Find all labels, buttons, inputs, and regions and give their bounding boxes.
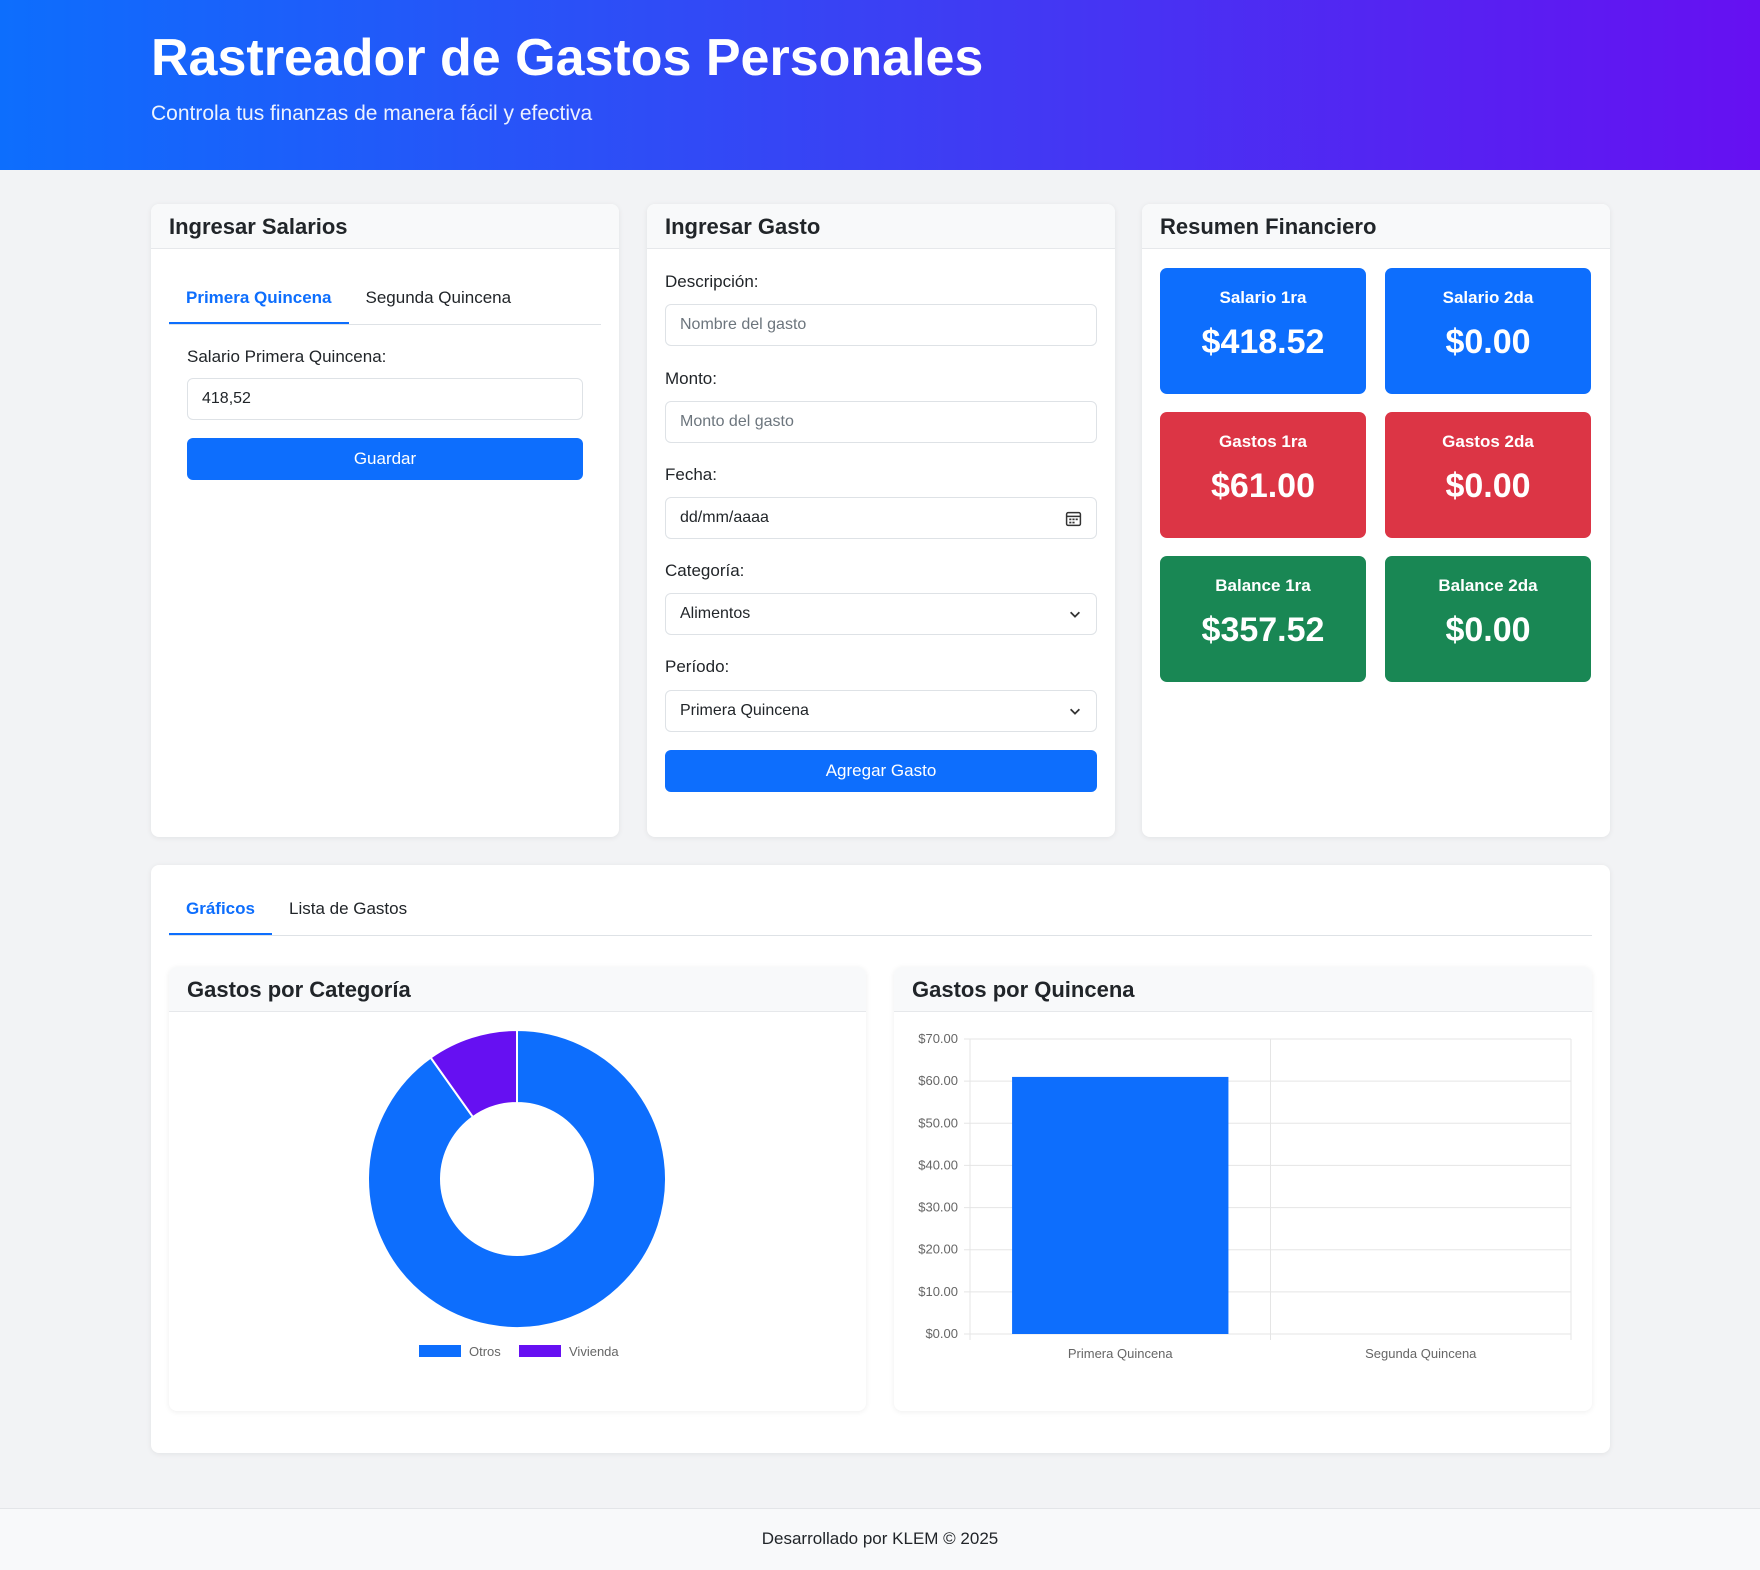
category-chart-card: Gastos por Categoría Otros Vivienda [169, 967, 866, 1411]
x-tick-label: Primera Quincena [1068, 1346, 1174, 1361]
charts-section: Gráficos Lista de Gastos Gastos por Cate… [151, 865, 1610, 1453]
legend-swatch-otros [419, 1345, 461, 1357]
y-tick-label: $10.00 [918, 1284, 958, 1299]
legend-label-vivienda: Vivienda [569, 1344, 619, 1359]
y-tick-label: $60.00 [918, 1073, 958, 1088]
y-tick-label: $40.00 [918, 1157, 958, 1172]
stat-label: Balance 2da [1438, 576, 1538, 595]
description-input[interactable]: Nombre del gasto [665, 304, 1097, 346]
summary-stat-card: Gastos 1ra $61.00 [1160, 412, 1366, 538]
stat-value: $61.00 [1211, 467, 1315, 505]
category-select-value: Alimentos [680, 605, 751, 622]
category-chart-title: Gastos por Categoría [169, 967, 866, 1012]
salaries-card-title: Ingresar Salarios [151, 204, 619, 249]
salaries-card: Ingresar Salarios Primera Quincena Segun… [151, 204, 619, 837]
page-header: Rastreador de Gastos Personales Controla… [0, 0, 1760, 170]
salary-field-label: Salario Primera Quincena: [187, 347, 387, 366]
summary-stat-card: Salario 2da $0.00 [1385, 268, 1591, 394]
stat-value: $0.00 [1445, 323, 1531, 361]
bar-primera-quincena [1012, 1076, 1229, 1334]
summary-stat-card: Balance 2da $0.00 [1385, 556, 1591, 682]
date-input[interactable]: dd/mm/aaaa [665, 497, 1097, 539]
summary-stat-card: Balance 1ra $357.52 [1160, 556, 1366, 682]
date-label: Fecha: [665, 465, 717, 484]
period-select-value: Primera Quincena [680, 702, 809, 719]
salary-input[interactable]: 418,52 [187, 378, 583, 420]
period-chart-title: Gastos por Quincena [894, 967, 1592, 1012]
y-tick-label: $50.00 [918, 1115, 958, 1130]
bottom-tabs: Gráficos Lista de Gastos [169, 883, 1592, 936]
stat-value: $357.52 [1201, 611, 1325, 649]
chevron-down-icon [1068, 594, 1082, 634]
period-bar-chart: $0.00 $10.00 $20.00 $30.00 $40.00 $50.00 $60.0… [918, 1031, 1572, 1361]
salary-tabs: Primera Quincena Segunda Quincena [169, 272, 601, 325]
footer-text: Desarrollado por KLEM © 2025 [761, 1529, 999, 1548]
page-subtitle: Controla tus finanzas de manera fácil y … [151, 102, 593, 125]
date-placeholder: dd/mm/aaaa [680, 509, 769, 526]
amount-input[interactable]: Monto del gasto [665, 401, 1097, 443]
tab-graficos[interactable]: Gráficos [169, 883, 272, 935]
tab-segunda-quincena[interactable]: Segunda Quincena [349, 272, 529, 324]
summary-card: Resumen Financiero Salario 1ra $418.52 Sal… [1142, 204, 1610, 837]
stat-value: $0.00 [1445, 467, 1531, 505]
period-label: Período: [665, 657, 730, 676]
summary-stat-card: Salario 1ra $418.52 [1160, 268, 1366, 394]
legend-swatch-vivienda [519, 1345, 561, 1357]
tab-lista-de-gastos[interactable]: Lista de Gastos [272, 883, 424, 935]
y-tick-label: $30.00 [918, 1200, 958, 1215]
tab-primera-quincena[interactable]: Primera Quincena [169, 272, 349, 324]
expense-card: Ingresar Gasto Descripción: Nombre del g… [647, 204, 1115, 837]
stat-label: Gastos 1ra [1219, 432, 1307, 451]
stat-value: $418.52 [1201, 323, 1325, 361]
stat-label: Salario 2da [1442, 288, 1534, 307]
stat-label: Balance 1ra [1215, 576, 1311, 595]
chevron-down-icon [1068, 691, 1082, 731]
category-select[interactable]: Alimentos [665, 593, 1097, 635]
y-tick-label: $0.00 [925, 1326, 958, 1341]
summary-stat-card: Gastos 2da $0.00 [1385, 412, 1591, 538]
amount-label: Monto: [665, 369, 717, 388]
page-footer: Desarrollado por KLEM © 2025 [0, 1508, 1760, 1570]
page-title: Rastreador de Gastos Personales [151, 29, 984, 87]
x-tick-label: Segunda Quincena [1365, 1346, 1477, 1361]
y-tick-label: $20.00 [918, 1242, 958, 1257]
stat-label: Salario 1ra [1219, 288, 1307, 307]
period-select[interactable]: Primera Quincena [665, 690, 1097, 732]
category-label: Categoría: [665, 561, 745, 580]
y-tick-label: $70.00 [918, 1031, 958, 1046]
category-donut-chart: Otros Vivienda [367, 1028, 667, 1359]
description-label: Descripción: [665, 272, 759, 291]
summary-card-title: Resumen Financiero [1142, 204, 1610, 249]
calendar-icon[interactable] [1065, 498, 1082, 538]
save-button[interactable]: Guardar [187, 438, 583, 480]
period-chart-card: Gastos por Quincena $0.00 $10.00 $20.00 $30… [894, 967, 1592, 1411]
expense-card-title: Ingresar Gasto [647, 204, 1115, 249]
stat-label: Gastos 2da [1442, 432, 1534, 451]
add-expense-button[interactable]: Agregar Gasto [665, 750, 1097, 792]
legend-label-otros: Otros [469, 1344, 501, 1359]
stat-value: $0.00 [1445, 611, 1531, 649]
